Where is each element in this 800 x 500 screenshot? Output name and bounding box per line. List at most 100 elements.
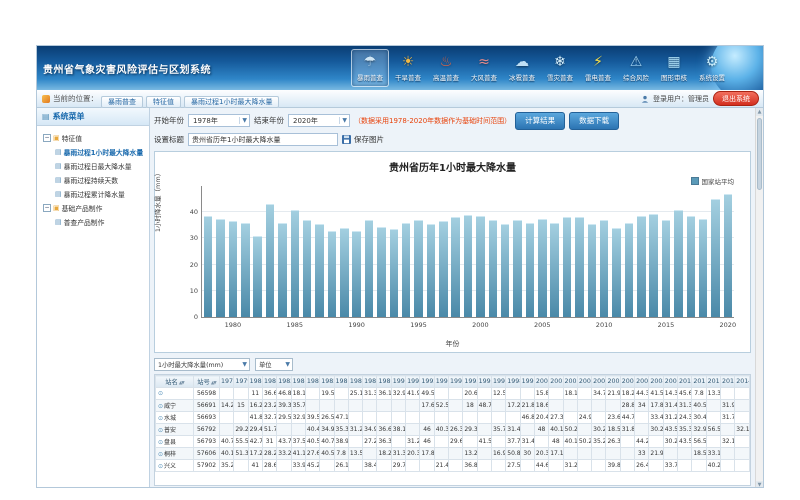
- table-row[interactable]: ⊙水城5669341.832.729.532.939.526.547.146.8…: [156, 412, 750, 424]
- nav-大风普查[interactable]: ≈大风普查: [465, 49, 503, 87]
- variable-filter-select[interactable]: 1小时最大降水量(mm) ▼: [154, 358, 250, 371]
- col-station-id[interactable]: 站号▲▼: [194, 376, 220, 388]
- station-data-table: 站名▲▼站号▲▼19781979198019811982198319841985…: [155, 375, 750, 472]
- nav-item-label: 冰雹普查: [509, 72, 535, 82]
- nav-冰雹普查[interactable]: ☁冰雹普查: [503, 49, 541, 87]
- row-select-icon[interactable]: ⊙: [158, 415, 163, 422]
- col-year-1979[interactable]: 1979: [234, 376, 248, 388]
- sidebar-item-基础产品制作[interactable]: −▣基础产品制作: [39, 201, 147, 215]
- table-row[interactable]: ⊙565981136.646.818.119.525.131.336.132.9…: [156, 388, 750, 400]
- col-year-1998[interactable]: 1998: [506, 376, 520, 388]
- col-year-2013[interactable]: 2013: [720, 376, 734, 388]
- row-select-icon[interactable]: ⊙: [158, 439, 163, 446]
- nav-图形审核[interactable]: ▦图形审核: [655, 49, 693, 87]
- y-axis-label: 1小时降水量（mm）: [152, 170, 162, 232]
- calculate-button[interactable]: 计算结果: [515, 112, 565, 130]
- breadcrumb-item[interactable]: 暴雨过程1小时最大降水量: [184, 96, 279, 108]
- table-row[interactable]: ⊙威宁5669114.21516.223.239.335.717.652.518…: [156, 400, 750, 412]
- sort-icon[interactable]: ▲▼: [179, 381, 184, 386]
- col-year-1981[interactable]: 1981: [262, 376, 276, 388]
- col-year-1996[interactable]: 1996: [477, 376, 491, 388]
- sidebar-item-暴雨过程1小时最大降水量[interactable]: ▤暴雨过程1小时最大降水量: [39, 145, 147, 159]
- nav-系统设置[interactable]: ⚙系统设置: [693, 49, 731, 87]
- start-year-select[interactable]: 1978年 ▼: [188, 114, 250, 127]
- col-year-2005[interactable]: 2005: [606, 376, 620, 388]
- sidebar-item-暴雨过程日最大降水量[interactable]: ▤暴雨过程日最大降水量: [39, 159, 147, 173]
- col-year-2003[interactable]: 2003: [577, 376, 591, 388]
- col-year-2001[interactable]: 2001: [549, 376, 563, 388]
- table-row[interactable]: ⊙兴义5790235.24128.633.945.226.138.429.721…: [156, 460, 750, 472]
- value-cell: [391, 400, 405, 412]
- row-select-icon[interactable]: ⊙: [158, 403, 163, 410]
- col-year-2007[interactable]: 2007: [635, 376, 649, 388]
- table-row[interactable]: ⊙盘县5679340.755.542.73143.737.540.540.738…: [156, 436, 750, 448]
- nav-高温普查[interactable]: ♨高温普查: [427, 49, 465, 87]
- col-year-2014[interactable]: 2014: [735, 376, 750, 388]
- nav-综合风险[interactable]: ⚠综合风险: [617, 49, 655, 87]
- col-year-1999[interactable]: 1999: [520, 376, 534, 388]
- breadcrumb-item[interactable]: 暴雨普查: [101, 96, 143, 108]
- col-year-2004[interactable]: 2004: [592, 376, 606, 388]
- col-year-1980[interactable]: 1980: [248, 376, 262, 388]
- scroll-down-arrow[interactable]: ▼: [756, 481, 763, 488]
- end-year-select[interactable]: 2020年 ▼: [288, 114, 350, 127]
- value-cell: [320, 400, 334, 412]
- col-year-2012[interactable]: 2012: [706, 376, 720, 388]
- row-select-icon[interactable]: ⊙: [158, 390, 163, 397]
- nav-暴雨普查[interactable]: ☂暴雨普查: [351, 49, 389, 87]
- sidebar-item-暴雨过程持续天数[interactable]: ▤暴雨过程持续天数: [39, 173, 147, 187]
- breadcrumb-item[interactable]: 特征值: [146, 96, 181, 108]
- col-year-2011[interactable]: 2011: [692, 376, 706, 388]
- sort-icon[interactable]: ▲▼: [211, 381, 216, 386]
- document-icon: ▤: [55, 218, 62, 226]
- col-year-1978[interactable]: 1978: [220, 376, 234, 388]
- nav-干旱普查[interactable]: ☀干旱普查: [389, 49, 427, 87]
- col-year-1994[interactable]: 1994: [449, 376, 463, 388]
- col-year-2000[interactable]: 2000: [534, 376, 548, 388]
- col-year-1987[interactable]: 1987: [348, 376, 362, 388]
- col-year-1993[interactable]: 1993: [434, 376, 448, 388]
- col-year-2008[interactable]: 2008: [649, 376, 663, 388]
- col-year-1992[interactable]: 1992: [420, 376, 434, 388]
- col-year-2006[interactable]: 2006: [620, 376, 634, 388]
- chart-title-input[interactable]: [188, 133, 338, 146]
- col-year-1983[interactable]: 1983: [291, 376, 305, 388]
- nav-雷电普查[interactable]: ⚡雷电普查: [579, 49, 617, 87]
- col-year-2010[interactable]: 2010: [678, 376, 692, 388]
- col-year-1997[interactable]: 1997: [491, 376, 505, 388]
- expand-collapse-icon[interactable]: −: [43, 204, 51, 212]
- sidebar-item-暴雨过程累计降水量[interactable]: ▤暴雨过程累计降水量: [39, 187, 147, 201]
- col-year-1988[interactable]: 1988: [363, 376, 377, 388]
- table-row[interactable]: ⊙普安5679229.229.451.740.434.935.331.234.9…: [156, 424, 750, 436]
- unit-filter-select[interactable]: 单位 ▼: [255, 358, 293, 371]
- col-year-1991[interactable]: 1991: [406, 376, 420, 388]
- save-image-button[interactable]: 保存图片: [342, 134, 384, 145]
- col-year-1995[interactable]: 1995: [463, 376, 477, 388]
- col-year-1984[interactable]: 1984: [305, 376, 319, 388]
- logout-button[interactable]: 退出系统: [713, 91, 759, 106]
- table-row[interactable]: ⊙桐梓5760640.151.317.228.233.241.127.640.5…: [156, 448, 750, 460]
- col-year-1990[interactable]: 1990: [391, 376, 405, 388]
- bar-slot-1987: [313, 186, 325, 317]
- sidebar-item-特征值[interactable]: −▣特征值: [39, 131, 147, 145]
- col-year-1986[interactable]: 1986: [334, 376, 348, 388]
- scrollbar-thumb[interactable]: [757, 118, 762, 190]
- vertical-scrollbar[interactable]: ▲ ▼: [755, 108, 763, 488]
- col-year-2009[interactable]: 2009: [663, 376, 677, 388]
- expand-collapse-icon[interactable]: −: [43, 134, 51, 142]
- sidebar-item-普查产品制作[interactable]: ▤普查产品制作: [39, 215, 147, 229]
- value-cell: 18.2: [377, 448, 391, 460]
- row-select-icon[interactable]: ⊙: [158, 463, 163, 470]
- row-select-icon[interactable]: ⊙: [158, 451, 163, 458]
- col-year-1982[interactable]: 1982: [277, 376, 291, 388]
- data-download-button[interactable]: 数据下载: [569, 112, 619, 130]
- col-year-1989[interactable]: 1989: [377, 376, 391, 388]
- value-cell: 41.8: [248, 412, 262, 424]
- col-year-2002[interactable]: 2002: [563, 376, 577, 388]
- scroll-up-arrow[interactable]: ▲: [756, 108, 763, 116]
- col-year-1985[interactable]: 1985: [320, 376, 334, 388]
- nav-雪灾普查[interactable]: ❄雪灾普查: [541, 49, 579, 87]
- rainstorm-icon: ☂: [364, 55, 377, 70]
- col-station-name[interactable]: 站名▲▼: [156, 376, 194, 388]
- row-select-icon[interactable]: ⊙: [158, 427, 163, 434]
